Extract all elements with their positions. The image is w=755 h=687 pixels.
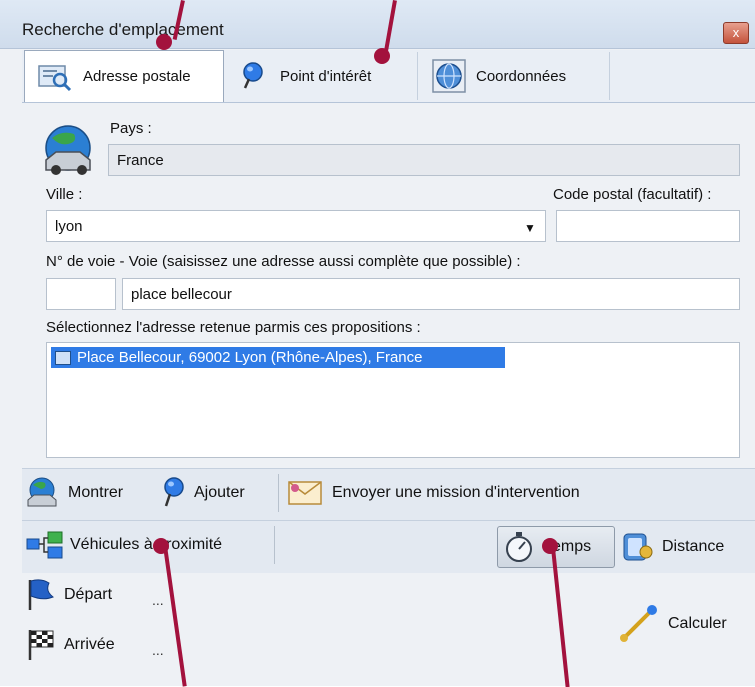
callout-dot <box>542 538 558 554</box>
stopwatch-icon <box>506 532 532 562</box>
blue-flag-icon <box>28 579 55 610</box>
callout-dot <box>374 48 390 64</box>
address-item-icon <box>55 350 71 365</box>
toolbar-separator <box>274 526 275 564</box>
start-label: Départ <box>64 586 113 603</box>
callout-dot <box>156 34 172 50</box>
window-title: Recherche d'emplacement <box>22 20 224 39</box>
close-button[interactable]: x <box>723 22 749 44</box>
arrival-button[interactable]: Arrivée <box>24 628 115 662</box>
globe-car-icon <box>38 124 102 180</box>
arrival-value: ... <box>152 642 164 658</box>
show-button[interactable]: Montrer <box>24 476 123 510</box>
tab-coordinates[interactable]: Coordonnées <box>420 52 610 100</box>
globe-coordinates-icon <box>432 59 466 93</box>
calculate-label: Calculer <box>668 615 727 632</box>
toolbar-separator <box>278 474 279 512</box>
add-label: Ajouter <box>194 484 245 501</box>
tab-point-of-interest[interactable]: Point d'intérêt <box>228 52 418 100</box>
send-mission-label: Envoyer une mission d'intervention <box>332 484 580 501</box>
list-item-label: Place Bellecour, 69002 Lyon (Rhône-Alpes… <box>77 349 423 366</box>
show-label: Montrer <box>68 484 124 501</box>
postal-code-field[interactable] <box>556 210 740 242</box>
tab-postal-address[interactable]: Adresse postale <box>24 50 224 102</box>
nearby-vehicles-button[interactable]: Véhicules à proximité <box>26 530 222 560</box>
street-field[interactable]: place bellecour <box>122 278 740 310</box>
country-field[interactable]: France <box>108 144 740 176</box>
start-value: ... <box>152 592 164 608</box>
distance-button[interactable]: Distance <box>620 530 724 564</box>
city-combobox[interactable]: lyon <box>46 210 546 242</box>
city-label: Ville : <box>46 186 83 203</box>
street-number-field[interactable] <box>46 278 116 310</box>
globe-car-icon <box>27 477 57 507</box>
tab-label: Point d'intérêt <box>280 67 372 85</box>
network-icon <box>26 531 63 559</box>
route-calculate-icon <box>620 605 657 642</box>
list-item[interactable]: Place Bellecour, 69002 Lyon (Rhône-Alpes… <box>51 347 505 368</box>
start-button[interactable]: Départ <box>24 578 112 612</box>
nearby-vehicles-label: Véhicules à proximité <box>70 536 223 553</box>
tab-label: Coordonnées <box>476 67 567 85</box>
address-search-icon <box>38 64 72 91</box>
calculate-button[interactable]: Calculer <box>618 604 727 644</box>
envelope-icon <box>288 481 322 505</box>
ruler-icon <box>623 533 653 561</box>
map-pin-icon <box>243 62 263 89</box>
add-button[interactable]: Ajouter <box>160 476 245 510</box>
checkered-flag-icon <box>28 630 54 660</box>
callout-dot <box>153 538 169 554</box>
suggestions-list[interactable]: Place Bellecour, 69002 Lyon (Rhône-Alpes… <box>46 342 740 458</box>
suggestions-label: Sélectionnez l'adresse retenue parmis ce… <box>46 319 421 336</box>
postal-code-label: Code postal (facultatif) : <box>553 186 712 203</box>
map-pin-icon <box>164 477 184 507</box>
tab-label: Adresse postale <box>83 68 191 85</box>
send-mission-button[interactable]: Envoyer une mission d'intervention <box>286 476 580 510</box>
country-label: Pays : <box>110 120 152 137</box>
city-value: lyon <box>55 217 83 235</box>
street-label: N° de voie - Voie (saisissez une adresse… <box>46 253 521 270</box>
arrival-label: Arrivée <box>64 636 115 653</box>
chevron-down-icon[interactable]: ▼ <box>524 221 536 235</box>
distance-label: Distance <box>662 538 725 555</box>
